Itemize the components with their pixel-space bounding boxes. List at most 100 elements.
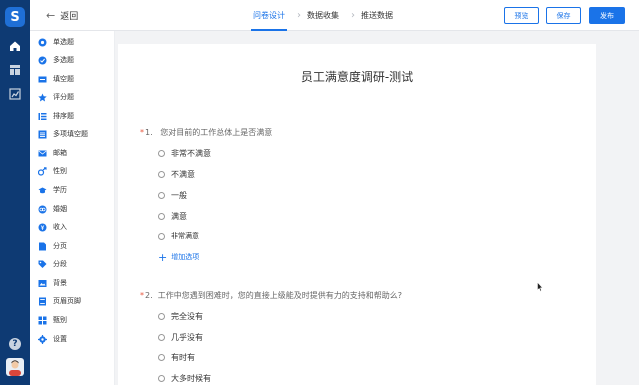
option-label: 几乎没有 [171,333,203,342]
option-radio[interactable]: 满意 [158,211,187,222]
back-label: 返回 [60,12,79,22]
question-type-background[interactable]: 背景 [38,276,67,290]
question-type-panel: 单选题多选题填空题评分题排序题多项填空题邮箱性别学历婚姻收入分页分段背景页眉页脚… [30,31,115,385]
question-type-settings[interactable]: 设置 [38,332,67,346]
question-type-page[interactable]: 分页 [38,239,67,253]
page-icon [38,242,47,251]
radio-icon [158,150,165,157]
option-radio[interactable]: 非常满意 [158,231,199,241]
question-type-label: 甄别 [53,316,67,324]
logo-glyph: S [10,9,20,25]
question-type-label: 性别 [53,167,67,175]
question-type-label: 设置 [53,335,67,343]
question-type-label: 排序题 [53,112,74,120]
option-radio[interactable]: 非常不满意 [158,148,211,159]
question-type-fill-blank[interactable]: 填空题 [38,72,74,86]
option-label: 非常不满意 [171,149,211,158]
question-type-label: 收入 [53,223,67,231]
option-label: 大多时候有 [171,374,211,383]
app-navbar: S ? [0,0,30,385]
option-label: 完全没有 [171,312,203,321]
question-1[interactable]: *1. 您对目前的工作总体上是否满意 [140,127,272,138]
star-icon [38,93,47,102]
radio-icon [158,334,165,341]
question-type-education[interactable]: 学历 [38,183,67,197]
radio-icon [158,313,165,320]
radio-icon [38,38,47,47]
question-type-screening[interactable]: 甄别 [38,313,67,327]
question-type-sort[interactable]: 排序题 [38,109,74,123]
add-option-button[interactable]: + 增加选项 [158,250,200,264]
header-footer-icon [38,297,47,306]
question-type-star[interactable]: 评分题 [38,90,74,104]
plus-icon: + [158,250,168,264]
radio-icon [158,192,165,199]
question-type-label: 单选题 [53,38,74,46]
survey-canvas: 员工满意度调研-测试 *1. 您对目前的工作总体上是否满意 非常不满意 不满意 … [118,44,596,385]
home-icon[interactable] [7,38,23,54]
required-mark: * [140,291,144,300]
mail-icon [38,149,47,158]
option-label: 不满意 [171,170,195,179]
option-radio[interactable]: 有时有 [158,352,195,363]
background-icon [38,279,47,288]
publish-button[interactable]: 发布 [589,7,625,24]
option-radio[interactable]: 完全没有 [158,311,203,322]
gender-icon [38,166,47,176]
question-type-label: 分段 [53,260,67,268]
avatar[interactable] [6,358,24,376]
step-push[interactable]: 推送数据 [361,0,393,31]
mouse-cursor-icon [537,282,543,292]
step-design[interactable]: 问卷设计 [251,0,287,31]
radio-icon [158,171,165,178]
sort-icon [38,112,47,121]
option-radio[interactable]: 几乎没有 [158,332,203,343]
chevron-right-icon: › [297,10,301,21]
help-icon[interactable]: ? [9,338,21,350]
question-type-mail[interactable]: 邮箱 [38,146,67,160]
back-button[interactable]: ← 返回 [46,9,78,22]
settings-icon [38,334,47,344]
option-label: 有时有 [171,353,195,362]
radio-icon [158,354,165,361]
layout-icon[interactable] [7,62,23,78]
question-type-radio[interactable]: 单选题 [38,35,74,49]
question-type-marriage[interactable]: 婚姻 [38,202,67,216]
chevron-right-icon: › [351,10,355,21]
top-toolbar: ← 返回 问卷设计 › 数据收集 › 推送数据 预览 保存 发布 [30,0,639,31]
question-type-label: 页眉页脚 [53,297,81,305]
survey-title[interactable]: 员工满意度调研-测试 [118,68,596,85]
option-label: 非常满意 [171,232,199,240]
multi-fill-icon [38,130,47,139]
option-label: 一般 [171,191,187,200]
education-icon [38,186,47,195]
preview-button[interactable]: 预览 [504,7,539,24]
question-2[interactable]: *2. 工作中您遇到困难时，您的直接上级能及时提供有力的支持和帮助么? [140,290,402,301]
option-radio[interactable]: 不满意 [158,169,195,180]
radio-icon [158,213,165,220]
question-type-header-footer[interactable]: 页眉页脚 [38,294,81,308]
question-type-tag[interactable]: 分段 [38,257,67,271]
add-option-label: 增加选项 [171,253,200,261]
save-button[interactable]: 保存 [546,7,581,24]
checkbox-icon [38,56,47,65]
chart-icon[interactable] [7,86,23,102]
question-type-checkbox[interactable]: 多选题 [38,53,74,67]
radio-icon [158,232,165,240]
question-number: 1. [145,128,153,137]
question-type-label: 多选题 [53,56,74,64]
question-text: 您对目前的工作总体上是否满意 [160,128,273,137]
option-label: 满意 [171,212,187,221]
app-logo[interactable]: S [5,7,25,27]
radio-icon [158,375,165,382]
question-type-label: 邮箱 [53,149,67,157]
question-type-multi-fill[interactable]: 多项填空题 [38,127,88,141]
option-radio[interactable]: 一般 [158,190,187,201]
step-collect[interactable]: 数据收集 [307,0,339,31]
option-radio[interactable]: 大多时候有 [158,373,211,384]
question-type-gender[interactable]: 性别 [38,164,67,178]
question-type-income[interactable]: 收入 [38,220,67,234]
income-icon [38,223,47,232]
question-type-label: 填空题 [53,75,74,83]
step-navigation: 问卷设计 › 数据收集 › 推送数据 [251,0,393,31]
